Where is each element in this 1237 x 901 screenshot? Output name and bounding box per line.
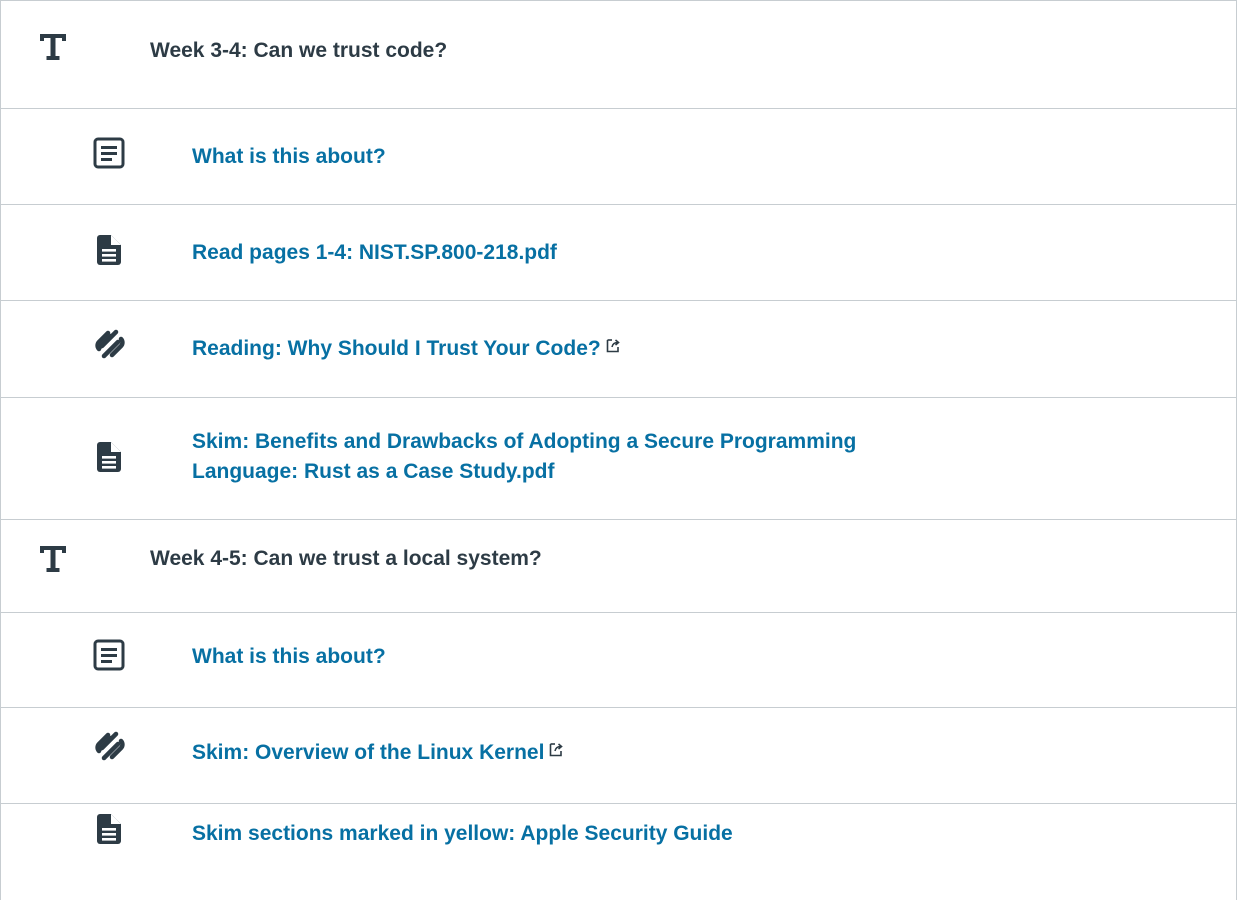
external-link-icon [95, 329, 125, 359]
module-item-link-text: Skim: Overview of the Linux Kernel [192, 741, 545, 764]
page-icon [93, 639, 125, 671]
module-item-file[interactable]: Skim: Benefits and Drawbacks of Adopting… [1, 398, 1236, 520]
module-item-link-text: Reading: Why Should I Trust Your Code? [192, 337, 601, 360]
module-item-link[interactable]: What is this about? [192, 142, 1092, 172]
module-item-external-url[interactable]: Reading: Why Should I Trust Your Code? [1, 301, 1236, 398]
text-header-icon [40, 546, 66, 572]
module-item-link-line-1: Skim: Benefits and Drawbacks of Adopting… [192, 430, 857, 453]
module-header-title: Week 4-5: Can we trust a local system? [150, 547, 542, 570]
file-icon [97, 814, 121, 844]
text-header-row: Week 4-5: Can we trust a local system? [1, 520, 1236, 613]
module-item-external-url[interactable]: Skim: Overview of the Linux Kernel [1, 708, 1236, 804]
module-item-link-line-2: Language: Rust as a Case Study.pdf [192, 460, 555, 483]
external-link-small-icon [606, 339, 620, 353]
module-item-page[interactable]: What is this about? [1, 613, 1236, 708]
module-item-link[interactable]: Skim: Benefits and Drawbacks of Adopting… [192, 427, 1092, 487]
external-link-small-icon [550, 743, 564, 757]
module-item-link[interactable]: Read pages 1-4: NIST.SP.800-218.pdf [192, 238, 1092, 268]
module-item-link[interactable]: Skim: Overview of the Linux Kernel [192, 738, 1092, 768]
module-item-link[interactable]: What is this about? [192, 642, 1092, 672]
external-link-icon [95, 731, 125, 761]
module-item-page[interactable]: What is this about? [1, 109, 1236, 205]
module-header-title: Week 3-4: Can we trust code? [150, 39, 448, 62]
module-items-list: Week 3-4: Can we trust code? What is thi… [0, 0, 1237, 900]
file-icon [97, 442, 121, 472]
module-item-link[interactable]: Reading: Why Should I Trust Your Code? [192, 334, 1092, 364]
file-icon [97, 235, 121, 265]
module-item-file[interactable]: Skim sections marked in yellow: Apple Se… [1, 804, 1236, 901]
text-header-icon [40, 34, 66, 60]
text-header-row: Week 3-4: Can we trust code? [1, 1, 1236, 109]
page-icon [93, 137, 125, 169]
module-item-link[interactable]: Skim sections marked in yellow: Apple Se… [192, 819, 1092, 849]
module-item-file[interactable]: Read pages 1-4: NIST.SP.800-218.pdf [1, 205, 1236, 301]
